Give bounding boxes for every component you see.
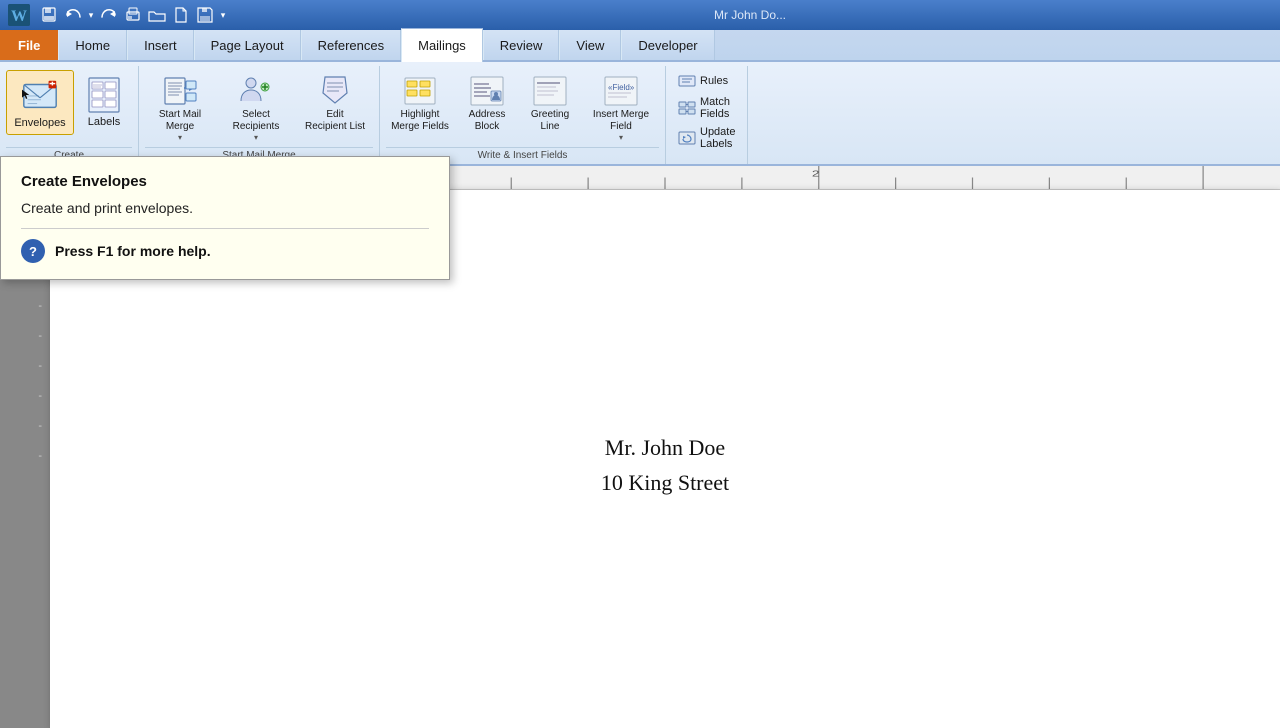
- insert-merge-field-arrow: ▾: [619, 133, 623, 142]
- match-fields-button[interactable]: MatchFields: [672, 94, 741, 122]
- start-mail-merge-label: Start MailMerge: [159, 109, 201, 133]
- tab-home[interactable]: Home: [58, 30, 127, 60]
- undo-button[interactable]: [62, 5, 84, 25]
- start-mail-merge-icon: [162, 73, 198, 109]
- tab-references[interactable]: References: [301, 30, 401, 60]
- edit-recipient-list-button[interactable]: EditRecipient List: [297, 70, 373, 136]
- svg-text:«Field»: «Field»: [608, 83, 635, 92]
- start-mail-merge-button[interactable]: Start MailMerge ▾: [145, 70, 215, 145]
- create-group: Envelopes: [0, 66, 139, 164]
- tooltip-help-text: Press F1 for more help.: [55, 243, 211, 259]
- start-mail-merge-group: Start MailMerge ▾: [139, 66, 380, 164]
- ribbon: File Home Insert Page Layout References …: [0, 30, 1280, 166]
- tab-file[interactable]: File: [0, 30, 58, 60]
- select-recipients-arrow: ▾: [254, 133, 258, 142]
- save-button[interactable]: [38, 5, 60, 25]
- document-address: Mr. John Doe 10 King Street: [130, 430, 1200, 500]
- address-line2: 10 King Street: [130, 465, 1200, 500]
- edit-recipient-list-icon: [317, 73, 353, 109]
- update-labels-button[interactable]: UpdateLabels: [672, 124, 741, 152]
- address-block-label: AddressBlock: [469, 109, 506, 133]
- labels-icon: [84, 74, 124, 114]
- select-recipients-icon: [238, 73, 274, 109]
- svg-text:W: W: [11, 8, 27, 25]
- tab-page-layout[interactable]: Page Layout: [194, 30, 301, 60]
- tab-view[interactable]: View: [559, 30, 621, 60]
- write-insert-fields-group: HighlightMerge Fields: [380, 66, 666, 164]
- tooltip-title: Create Envelopes: [21, 173, 429, 190]
- rules-icon: [678, 72, 696, 90]
- insert-merge-field-label: Insert MergeField: [593, 109, 649, 133]
- match-fields-icon: [678, 99, 696, 117]
- help-circle-icon: ?: [21, 239, 45, 263]
- tab-mailings[interactable]: Mailings: [401, 28, 483, 62]
- labels-label: Labels: [88, 116, 120, 129]
- greeting-line-label: GreetingLine: [531, 109, 569, 133]
- undo-dropdown[interactable]: ▾: [86, 5, 96, 25]
- rules-label: Rules: [700, 75, 728, 87]
- greeting-line-button[interactable]: GreetingLine: [520, 70, 580, 136]
- address-line1: Mr. John Doe: [130, 430, 1200, 465]
- customize-quick-access[interactable]: ▾: [218, 5, 228, 25]
- tooltip-description: Create and print envelopes.: [21, 200, 429, 216]
- tab-developer[interactable]: Developer: [621, 30, 714, 60]
- highlight-merge-fields-label: HighlightMerge Fields: [391, 109, 449, 133]
- match-fields-label: MatchFields: [700, 96, 730, 120]
- tooltip-popup: Create Envelopes Create and print envelo…: [0, 156, 450, 280]
- title-bar-left: W ▾: [8, 4, 228, 26]
- envelopes-icon: [20, 75, 60, 115]
- insert-merge-field-button[interactable]: «Field» Insert MergeField ▾: [583, 70, 659, 145]
- greeting-line-icon: [532, 73, 568, 109]
- tooltip-divider: [21, 228, 429, 229]
- ribbon-content: Envelopes: [0, 62, 1280, 165]
- start-mail-merge-items: Start MailMerge ▾: [145, 70, 373, 145]
- svg-text:2: 2: [812, 170, 820, 179]
- title-bar: W ▾: [0, 0, 1280, 30]
- word-logo: W: [8, 4, 30, 26]
- document-title: Mr John Do...: [228, 8, 1272, 22]
- envelopes-label: Envelopes: [14, 117, 65, 130]
- new-document-button[interactable]: [170, 5, 192, 25]
- tab-insert[interactable]: Insert: [127, 30, 194, 60]
- highlight-merge-fields-button[interactable]: HighlightMerge Fields: [386, 70, 454, 136]
- highlight-merge-fields-icon: [402, 73, 438, 109]
- redo-button[interactable]: [98, 5, 120, 25]
- open-button[interactable]: [146, 5, 168, 25]
- save2-button[interactable]: [194, 5, 216, 25]
- create-group-items: Envelopes: [6, 70, 132, 145]
- select-recipients-button[interactable]: SelectRecipients ▾: [217, 70, 295, 145]
- update-labels-icon: [678, 129, 696, 147]
- start-mail-merge-arrow: ▾: [178, 133, 182, 142]
- envelopes-button[interactable]: Envelopes: [6, 70, 74, 135]
- insert-merge-field-icon: «Field»: [603, 73, 639, 109]
- wif-items: HighlightMerge Fields: [386, 70, 659, 145]
- tab-review[interactable]: Review: [483, 30, 560, 60]
- edit-recipient-list-label: EditRecipient List: [305, 109, 365, 133]
- address-block-button[interactable]: AddressBlock: [457, 70, 517, 136]
- quick-access-toolbar: ▾ ▾: [38, 5, 228, 25]
- labels-button[interactable]: Labels: [76, 70, 132, 133]
- right-buttons-group: Rules MatchFields: [666, 66, 748, 164]
- update-labels-label: UpdateLabels: [700, 126, 735, 150]
- address-block-icon: [469, 73, 505, 109]
- ribbon-tab-bar: File Home Insert Page Layout References …: [0, 30, 1280, 62]
- tooltip-help: ? Press F1 for more help.: [21, 239, 429, 263]
- print-preview-button[interactable]: [122, 5, 144, 25]
- rules-button[interactable]: Rules: [672, 70, 741, 92]
- select-recipients-label: SelectRecipients: [233, 109, 280, 133]
